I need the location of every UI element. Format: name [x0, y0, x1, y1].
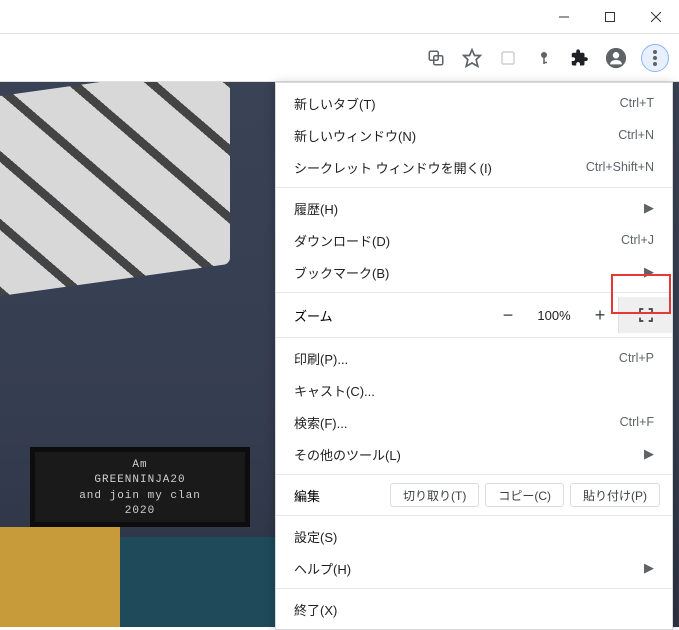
- submenu-arrow-icon: ▶: [644, 264, 654, 280]
- menu-print[interactable]: 印刷(P)... Ctrl+P: [276, 342, 672, 374]
- menu-label: ブックマーク(B): [294, 263, 634, 282]
- menu-label: 終了(X): [294, 600, 654, 619]
- billboard-sign: Am GREENNINJA20 and join my clan 2020: [30, 447, 250, 527]
- menu-history[interactable]: 履歴(H) ▶: [276, 192, 672, 224]
- menu-separator: [276, 187, 672, 188]
- submenu-arrow-icon: ▶: [644, 560, 654, 576]
- menu-separator: [276, 337, 672, 338]
- zoom-in-button[interactable]: +: [582, 297, 618, 333]
- menu-label: 履歴(H): [294, 199, 634, 218]
- window-minimize-button[interactable]: [541, 0, 587, 34]
- menu-settings[interactable]: 設定(S): [276, 520, 672, 552]
- menu-edit-row: 編集 切り取り(T) コピー(C) 貼り付け(P): [276, 479, 672, 511]
- fullscreen-button[interactable]: [618, 297, 672, 333]
- reader-icon[interactable]: [497, 47, 519, 69]
- menu-incognito[interactable]: シークレット ウィンドウを開く(I) Ctrl+Shift+N: [276, 151, 672, 183]
- cut-button[interactable]: 切り取り(T): [390, 483, 479, 507]
- paste-button[interactable]: 貼り付け(P): [570, 483, 660, 507]
- menu-label: キャスト(C)...: [294, 381, 654, 400]
- extensions-icon[interactable]: [569, 47, 591, 69]
- billboard-text: GREENNINJA20: [39, 473, 241, 488]
- menu-separator: [276, 588, 672, 589]
- menu-separator: [276, 515, 672, 516]
- window-close-button[interactable]: [633, 0, 679, 34]
- menu-separator: [276, 474, 672, 475]
- menu-label: 新しいタブ(T): [294, 94, 610, 113]
- window-maximize-button[interactable]: [587, 0, 633, 34]
- menu-separator: [276, 292, 672, 293]
- menu-bookmarks[interactable]: ブックマーク(B) ▶: [276, 256, 672, 288]
- menu-find[interactable]: 検索(F)... Ctrl+F: [276, 406, 672, 438]
- copy-button[interactable]: コピー(C): [485, 483, 564, 507]
- window-titlebar: [0, 0, 679, 34]
- submenu-arrow-icon: ▶: [644, 446, 654, 462]
- billboard-text: 2020: [39, 504, 241, 519]
- menu-shortcut: Ctrl+J: [621, 233, 654, 247]
- menu-more-tools[interactable]: その他のツール(L) ▶: [276, 438, 672, 470]
- submenu-arrow-icon: ▶: [644, 200, 654, 216]
- more-menu-button[interactable]: [641, 44, 669, 72]
- browser-toolbar: [0, 34, 679, 82]
- menu-label: 設定(S): [294, 527, 654, 546]
- menu-zoom-row: ズーム − 100% +: [276, 297, 672, 333]
- zoom-label: ズーム: [294, 306, 490, 325]
- menu-label: 新しいウィンドウ(N): [294, 126, 608, 145]
- menu-label: シークレット ウィンドウを開く(I): [294, 158, 576, 177]
- menu-shortcut: Ctrl+Shift+N: [586, 160, 654, 174]
- menu-label: ダウンロード(D): [294, 231, 611, 250]
- menu-label: ヘルプ(H): [294, 559, 634, 578]
- edit-label: 編集: [294, 479, 384, 511]
- star-icon[interactable]: [461, 47, 483, 69]
- key-icon[interactable]: [533, 47, 555, 69]
- menu-new-window[interactable]: 新しいウィンドウ(N) Ctrl+N: [276, 119, 672, 151]
- menu-downloads[interactable]: ダウンロード(D) Ctrl+J: [276, 224, 672, 256]
- billboard-text: and join my clan: [39, 489, 241, 504]
- menu-cast[interactable]: キャスト(C)...: [276, 374, 672, 406]
- menu-shortcut: Ctrl+N: [618, 128, 654, 142]
- zoom-out-button[interactable]: −: [490, 297, 526, 333]
- menu-exit[interactable]: 終了(X): [276, 593, 672, 625]
- fullscreen-icon: [638, 307, 654, 323]
- menu-shortcut: Ctrl+P: [619, 351, 654, 365]
- menu-shortcut: Ctrl+F: [620, 415, 654, 429]
- menu-label: 検索(F)...: [294, 413, 610, 432]
- billboard-text: Am: [39, 458, 241, 473]
- chrome-menu: 新しいタブ(T) Ctrl+T 新しいウィンドウ(N) Ctrl+N シークレッ…: [275, 82, 673, 630]
- menu-new-tab[interactable]: 新しいタブ(T) Ctrl+T: [276, 87, 672, 119]
- menu-shortcut: Ctrl+T: [620, 96, 654, 110]
- building-graphic: [0, 527, 120, 627]
- menu-help[interactable]: ヘルプ(H) ▶: [276, 552, 672, 584]
- menu-label: その他のツール(L): [294, 445, 634, 464]
- translate-icon[interactable]: [425, 47, 447, 69]
- menu-label: 印刷(P)...: [294, 349, 609, 368]
- game-logo: [0, 82, 230, 300]
- building-graphic: [120, 537, 280, 627]
- profile-icon[interactable]: [605, 47, 627, 69]
- zoom-value: 100%: [526, 308, 582, 323]
